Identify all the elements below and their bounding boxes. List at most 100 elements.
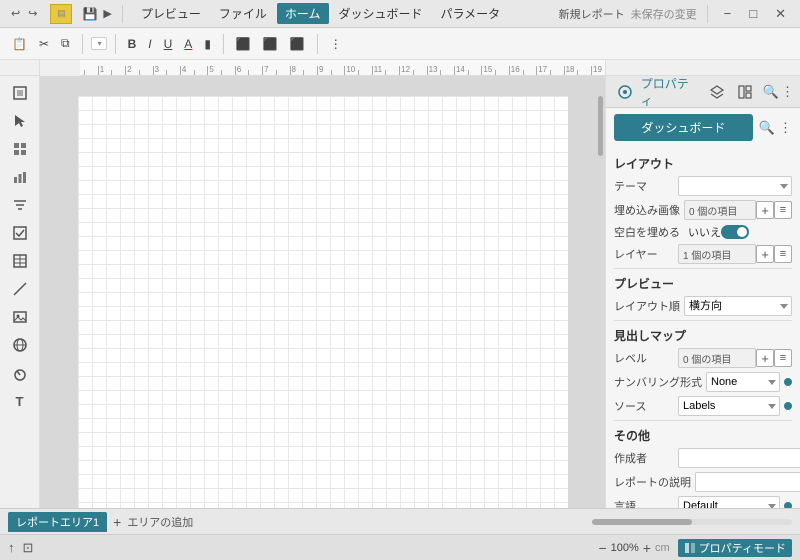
zoom-level: 100% (611, 542, 639, 554)
other-section-title: その他 (614, 427, 792, 444)
underline-button[interactable]: U (160, 35, 177, 53)
author-label: 作成者 (614, 450, 674, 466)
vertical-scrollbar[interactable] (597, 76, 603, 508)
numbering-select[interactable]: None (706, 372, 780, 392)
ruler: 1 2 3 4 5 6 7 8 9 10 11 12 13 (80, 60, 605, 76)
table-tool-button[interactable] (5, 248, 35, 274)
cut-button[interactable]: ✂ (35, 35, 53, 53)
add-area-label[interactable]: エリアの追加 (127, 514, 193, 530)
select-tool-button[interactable] (5, 80, 35, 106)
copy-button[interactable]: ⧉ (57, 34, 74, 53)
toolbar-sep4 (317, 34, 318, 54)
more-button[interactable]: ⋮ (326, 35, 346, 53)
desc-input[interactable] (695, 472, 800, 492)
ruler-tick: 16 (509, 66, 523, 76)
toolbar: 📋 ✂ ⧉ ▾ B I U A ▮ ⬛ ⬛ ⬛ ⋮ (0, 28, 800, 60)
menu-params[interactable]: パラメータ (433, 3, 509, 24)
align-center-button[interactable]: ⬛ (259, 35, 282, 53)
divider1 (614, 268, 792, 269)
add-area-button[interactable]: + (113, 514, 121, 530)
pointer-tool-button[interactable] (5, 108, 35, 134)
properties-tab[interactable] (612, 80, 639, 104)
menu-home[interactable]: ホーム (277, 3, 329, 24)
zoom-minus-button[interactable]: − (598, 540, 606, 556)
data-tool-button[interactable] (5, 136, 35, 162)
source-label: ソース (614, 398, 674, 414)
properties-tab-label[interactable]: プロパティ (641, 75, 698, 109)
right-panel: プロパティ 🔍 ⋮ ダッシュボード 🔍 ⋮ レイアウト テーマ (605, 76, 800, 508)
ruler-tick: 15 (481, 66, 495, 76)
theme-select[interactable] (678, 176, 792, 196)
fill-control: いいえ (684, 224, 792, 240)
close-button[interactable]: ✕ (769, 6, 792, 22)
text-tool-button[interactable]: T (5, 388, 35, 414)
ruler-tick: 18 (564, 66, 578, 76)
lang-select[interactable]: Default (678, 496, 780, 508)
horizontal-scrollbar[interactable] (592, 519, 792, 525)
layer-menu-button[interactable]: ≡ (774, 245, 792, 263)
layout-section-title: レイアウト (614, 155, 792, 172)
redo-button[interactable]: ↪ (25, 6, 40, 21)
layout-tab[interactable] (732, 80, 759, 104)
highlight-button[interactable]: ▮ (200, 35, 215, 53)
canvas-paper[interactable] (78, 96, 568, 508)
layout-dir-select[interactable]: 横方向 (684, 296, 792, 316)
minimize-button[interactable]: − (718, 6, 738, 21)
new-report-label: 新規レポート (559, 6, 625, 22)
lang-control: Default (678, 496, 792, 508)
bold-button[interactable]: B (124, 35, 141, 53)
paste-button[interactable]: 📋 (8, 35, 31, 53)
font-dropdown[interactable]: ▾ (91, 37, 107, 50)
level-menu-button[interactable]: ≡ (774, 349, 792, 367)
level-add-button[interactable]: + (756, 349, 774, 367)
font-color-button[interactable]: A (180, 35, 196, 53)
dashboard-more-icon[interactable]: ⋮ (779, 120, 792, 136)
canvas-area[interactable] (40, 76, 605, 508)
layer-control: 1 個の項目 + ≡ (678, 244, 792, 264)
toolbar-sep1 (82, 34, 83, 54)
undo-button[interactable]: ↩ (8, 6, 23, 21)
search-icon[interactable]: 🔍 (763, 84, 779, 100)
menu-preview[interactable]: プレビュー (133, 3, 209, 24)
desc-control (695, 472, 800, 492)
layout-dir-row: レイアウト順 横方向 (614, 296, 792, 316)
ruler-tick: 8 (290, 66, 304, 76)
source-select[interactable]: Labels (678, 396, 780, 416)
run-button[interactable]: ▶ (103, 7, 111, 20)
layer-label: レイヤー (614, 246, 674, 262)
layers-tab[interactable] (703, 80, 730, 104)
align-right-button[interactable]: ⬛ (286, 35, 309, 53)
filter-tool-button[interactable] (5, 192, 35, 218)
layer-add-button[interactable]: + (756, 245, 774, 263)
headmap-section-title: 見出しマップ (614, 327, 792, 344)
checkbox-tool-button[interactable] (5, 220, 35, 246)
align-left-button[interactable]: ⬛ (232, 35, 255, 53)
author-input[interactable] (678, 448, 800, 468)
file-icon: ▤ (50, 4, 72, 24)
ruler-tick: 6 (235, 66, 249, 76)
menu-file[interactable]: ファイル (211, 3, 275, 24)
ruler-tick: 19 (591, 66, 605, 76)
line-tool-button[interactable] (5, 276, 35, 302)
image-tool-button[interactable] (5, 304, 35, 330)
embed-add-button[interactable]: + (756, 201, 774, 219)
zoom-plus-button[interactable]: + (643, 540, 651, 556)
map-tool-button[interactable] (5, 332, 35, 358)
save-button[interactable]: 💾 (82, 7, 97, 21)
gauge-tool-button[interactable] (5, 360, 35, 386)
toggle-circle (737, 227, 747, 237)
lang-row: 言語 Default (614, 496, 792, 508)
fill-toggle[interactable] (721, 225, 749, 239)
ruler-tick: 12 (399, 66, 413, 76)
property-mode-button[interactable]: プロパティモード (678, 539, 792, 557)
embed-menu-button[interactable]: ≡ (774, 201, 792, 219)
report-area-tab[interactable]: レポートエリア1 (8, 512, 107, 532)
dashboard-button[interactable]: ダッシュボード (614, 114, 753, 141)
more-options-icon[interactable]: ⋮ (781, 84, 794, 100)
dashboard-search-icon[interactable]: 🔍 (759, 120, 775, 136)
italic-button[interactable]: I (144, 35, 155, 53)
maximize-button[interactable]: □ (743, 6, 763, 21)
fill-label: 空白を埋める (614, 224, 680, 240)
chart-tool-button[interactable] (5, 164, 35, 190)
menu-dashboard[interactable]: ダッシュボード (331, 3, 431, 24)
